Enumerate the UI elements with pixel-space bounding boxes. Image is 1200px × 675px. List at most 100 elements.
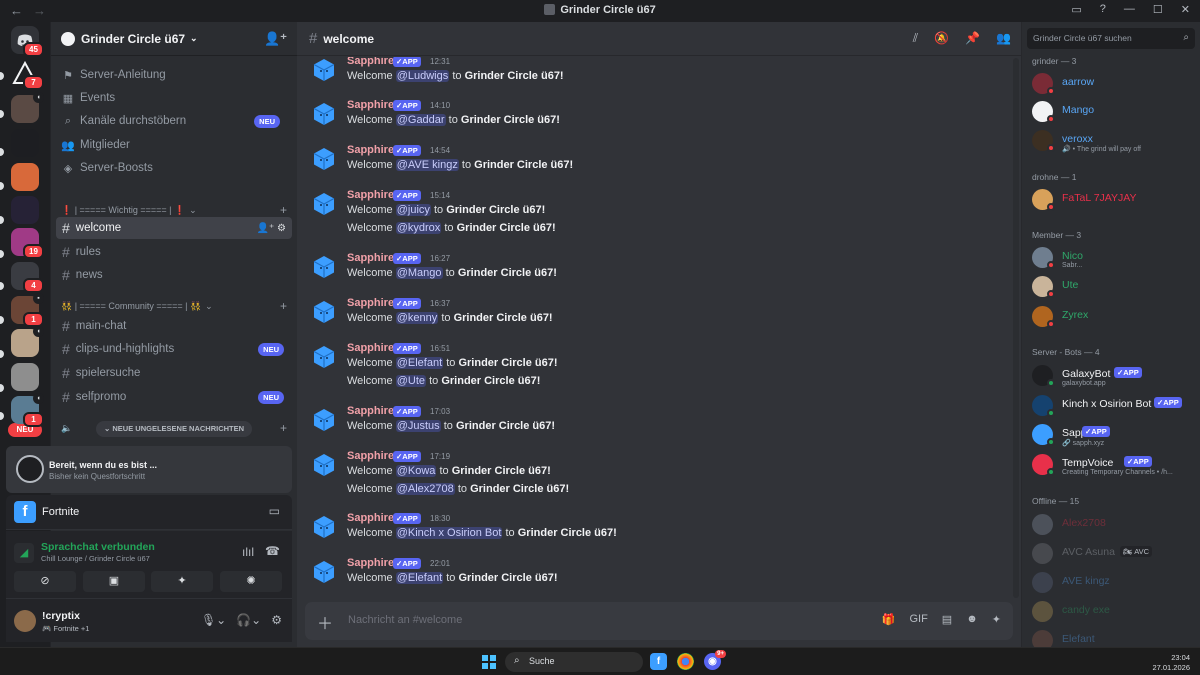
member-list-icon[interactable]: 👥 (996, 31, 1011, 46)
user-mention[interactable]: @Elefant (395, 572, 444, 584)
server-icon[interactable] (11, 163, 39, 191)
avatar[interactable] (311, 407, 337, 433)
category-wichtig[interactable]: ❗ | ===== Wichtig ===== | ❗ ⌄ + (61, 203, 287, 217)
author-name[interactable]: Sapphire (347, 450, 394, 462)
server-icon[interactable] (11, 196, 39, 224)
user-mention[interactable]: @AVE kingz (395, 159, 459, 171)
nav-item[interactable]: ⌕ Kanäle durchstöbern NEU (61, 111, 288, 131)
server-icon[interactable]: ◖ (11, 326, 44, 357)
nav-item[interactable]: ◈ Server-Boosts (61, 158, 288, 178)
member-item[interactable]: Zyrex (1032, 305, 1197, 331)
inbox-icon[interactable]: ▭ (1071, 3, 1081, 16)
author-name[interactable]: Sapphire (347, 99, 394, 111)
user-mention[interactable]: @Elefant (395, 357, 444, 369)
nav-item[interactable]: 👥 Mitglieder (61, 135, 288, 155)
avatar[interactable] (311, 299, 337, 325)
server-icon[interactable] (11, 129, 39, 157)
add-channel-icon[interactable]: + (280, 203, 287, 217)
taskbar-search[interactable]: ⌕ Suche (505, 652, 643, 672)
sticker-icon[interactable]: ▤ (942, 613, 952, 626)
channel-spielersuche[interactable]: # spielersuche (56, 362, 292, 384)
upload-plus-icon[interactable]: ＋ (317, 610, 333, 634)
server-icon[interactable]: 1 ▪ (11, 293, 44, 327)
author-name[interactable]: Sapphire (347, 557, 394, 569)
add-channel-icon[interactable]: + (280, 421, 287, 435)
channel-clips-und-highlights[interactable]: # clips-und-highlights NEU (56, 338, 292, 360)
emoji-icon[interactable]: ☻ (966, 613, 978, 626)
gift-icon[interactable]: 🎁 (882, 613, 896, 626)
headphones-icon[interactable]: 🎧⌄ (236, 613, 261, 627)
message-input[interactable]: Nachricht an #welcome (348, 614, 462, 626)
server-icon[interactable]: 4 (11, 262, 44, 293)
channel-welcome[interactable]: # welcome 👤⁺ ⚙ (56, 217, 292, 239)
notification-bell-icon[interactable]: 🔕 (934, 31, 949, 46)
maximize-button[interactable]: ☐ (1153, 3, 1163, 16)
gear-icon[interactable]: ⚙ (271, 613, 282, 627)
apps-icon[interactable]: ✦ (992, 613, 1001, 626)
server-icon[interactable]: 19 (11, 228, 44, 259)
avatar[interactable] (311, 57, 337, 83)
voice-status[interactable]: Sprachchat verbunden (41, 541, 155, 553)
gif-icon[interactable]: GIF (909, 613, 927, 626)
avatar[interactable] (311, 559, 337, 585)
message-composer[interactable]: ＋ Nachricht an #welcome 🎁 GIF ▤ ☻ ✦ (305, 602, 1013, 640)
member-item[interactable]: aarrow (1032, 72, 1197, 98)
user-mention[interactable]: @kenny (395, 312, 439, 324)
quest-card[interactable]: Bereit, wenn du es bist ... Bisher kein … (6, 446, 292, 493)
minimize-button[interactable]: — (1124, 3, 1135, 16)
avatar[interactable] (311, 514, 337, 540)
user-mention[interactable]: @kydrox (395, 222, 442, 234)
nav-item[interactable]: ⚑ Server-Anleitung (61, 65, 288, 85)
author-name[interactable]: Sapphire (347, 144, 394, 156)
user-mention[interactable]: @Kinch x Osirion Bot (395, 527, 503, 539)
microphone-icon[interactable]: 🎙⌄ (201, 613, 226, 627)
user-mention[interactable]: @Mango (395, 267, 443, 279)
avatar[interactable] (311, 191, 337, 217)
channel-main-chat[interactable]: # main-chat (56, 315, 292, 337)
member-item[interactable]: GalaxyBot ✓APP galaxybot.app (1032, 364, 1197, 390)
member-item[interactable]: TempVoice ✓APP Creating Temporary Channels… (1032, 453, 1197, 479)
author-name[interactable]: Sapphire (347, 297, 394, 309)
stream-game-icon[interactable]: ▭ (269, 504, 280, 518)
server-icon[interactable]: 1 ◖ (11, 393, 44, 427)
fortnite-taskbar-icon[interactable]: f (650, 653, 667, 670)
camera-off-button[interactable]: ⊘ (14, 571, 76, 592)
author-name[interactable]: Sapphire (347, 189, 394, 201)
user-mention[interactable]: @juicy (395, 204, 431, 216)
nav-item[interactable]: ▦ Events (61, 88, 288, 108)
avatar[interactable] (311, 254, 337, 280)
home-button[interactable]: 45 (11, 26, 44, 57)
user-mention[interactable]: @Kowa (395, 465, 437, 477)
author-name[interactable]: Sapphire (347, 342, 394, 354)
activities-button[interactable]: ✦ (151, 571, 213, 592)
user-mention[interactable]: @Ludwigs (395, 70, 450, 82)
invite-icon[interactable]: 👤⁺ (264, 31, 287, 47)
scrollbar[interactable] (1013, 58, 1019, 598)
avatar[interactable] (311, 452, 337, 478)
guild-header[interactable]: Grinder Circle ü67 ⌄ 👤⁺ (51, 22, 297, 56)
server-icon[interactable]: ◖ (11, 92, 44, 123)
user-mention[interactable]: @Gaddar (395, 114, 446, 126)
member-item[interactable]: AVC Asuna 🏍 AVC (1032, 542, 1197, 568)
pin-icon[interactable]: 📌 (965, 31, 980, 46)
server-icon[interactable]: 7 (11, 59, 44, 90)
new-unread-messages-button[interactable]: ⌄ NEUE UNGELESENE NACHRICHTEN (96, 421, 253, 437)
add-channel-icon[interactable]: + (280, 299, 287, 313)
member-item[interactable]: Kinch x Osirion Bot ✓APP (1032, 394, 1197, 420)
screen-share-button[interactable]: ▣ (83, 571, 145, 592)
avatar[interactable] (14, 610, 36, 632)
soundboard-button[interactable]: ✺ (220, 571, 282, 592)
user-mention[interactable]: @Justus (395, 420, 441, 432)
author-name[interactable]: Sapphire (347, 405, 394, 417)
disconnect-icon[interactable]: ☎ (265, 544, 280, 558)
system-clock[interactable]: 23:04 27.01.2026 (1152, 653, 1190, 673)
discord-taskbar-icon[interactable]: ◉ 9+ (704, 650, 726, 670)
member-item[interactable]: Sapphire✓APP🔗 sapph.xyz (1032, 423, 1197, 449)
member-item[interactable]: candy exe (1032, 600, 1197, 626)
member-item[interactable]: veroxx 🔊 • The grind will pay off (1032, 129, 1197, 155)
author-name[interactable]: Sapphire (347, 57, 394, 67)
server-icon[interactable] (11, 363, 39, 391)
member-item[interactable]: FaTaL 7JAYJAY (1032, 188, 1197, 214)
user-mention[interactable]: @Ute (395, 375, 427, 387)
channel-news[interactable]: # news (56, 264, 292, 286)
